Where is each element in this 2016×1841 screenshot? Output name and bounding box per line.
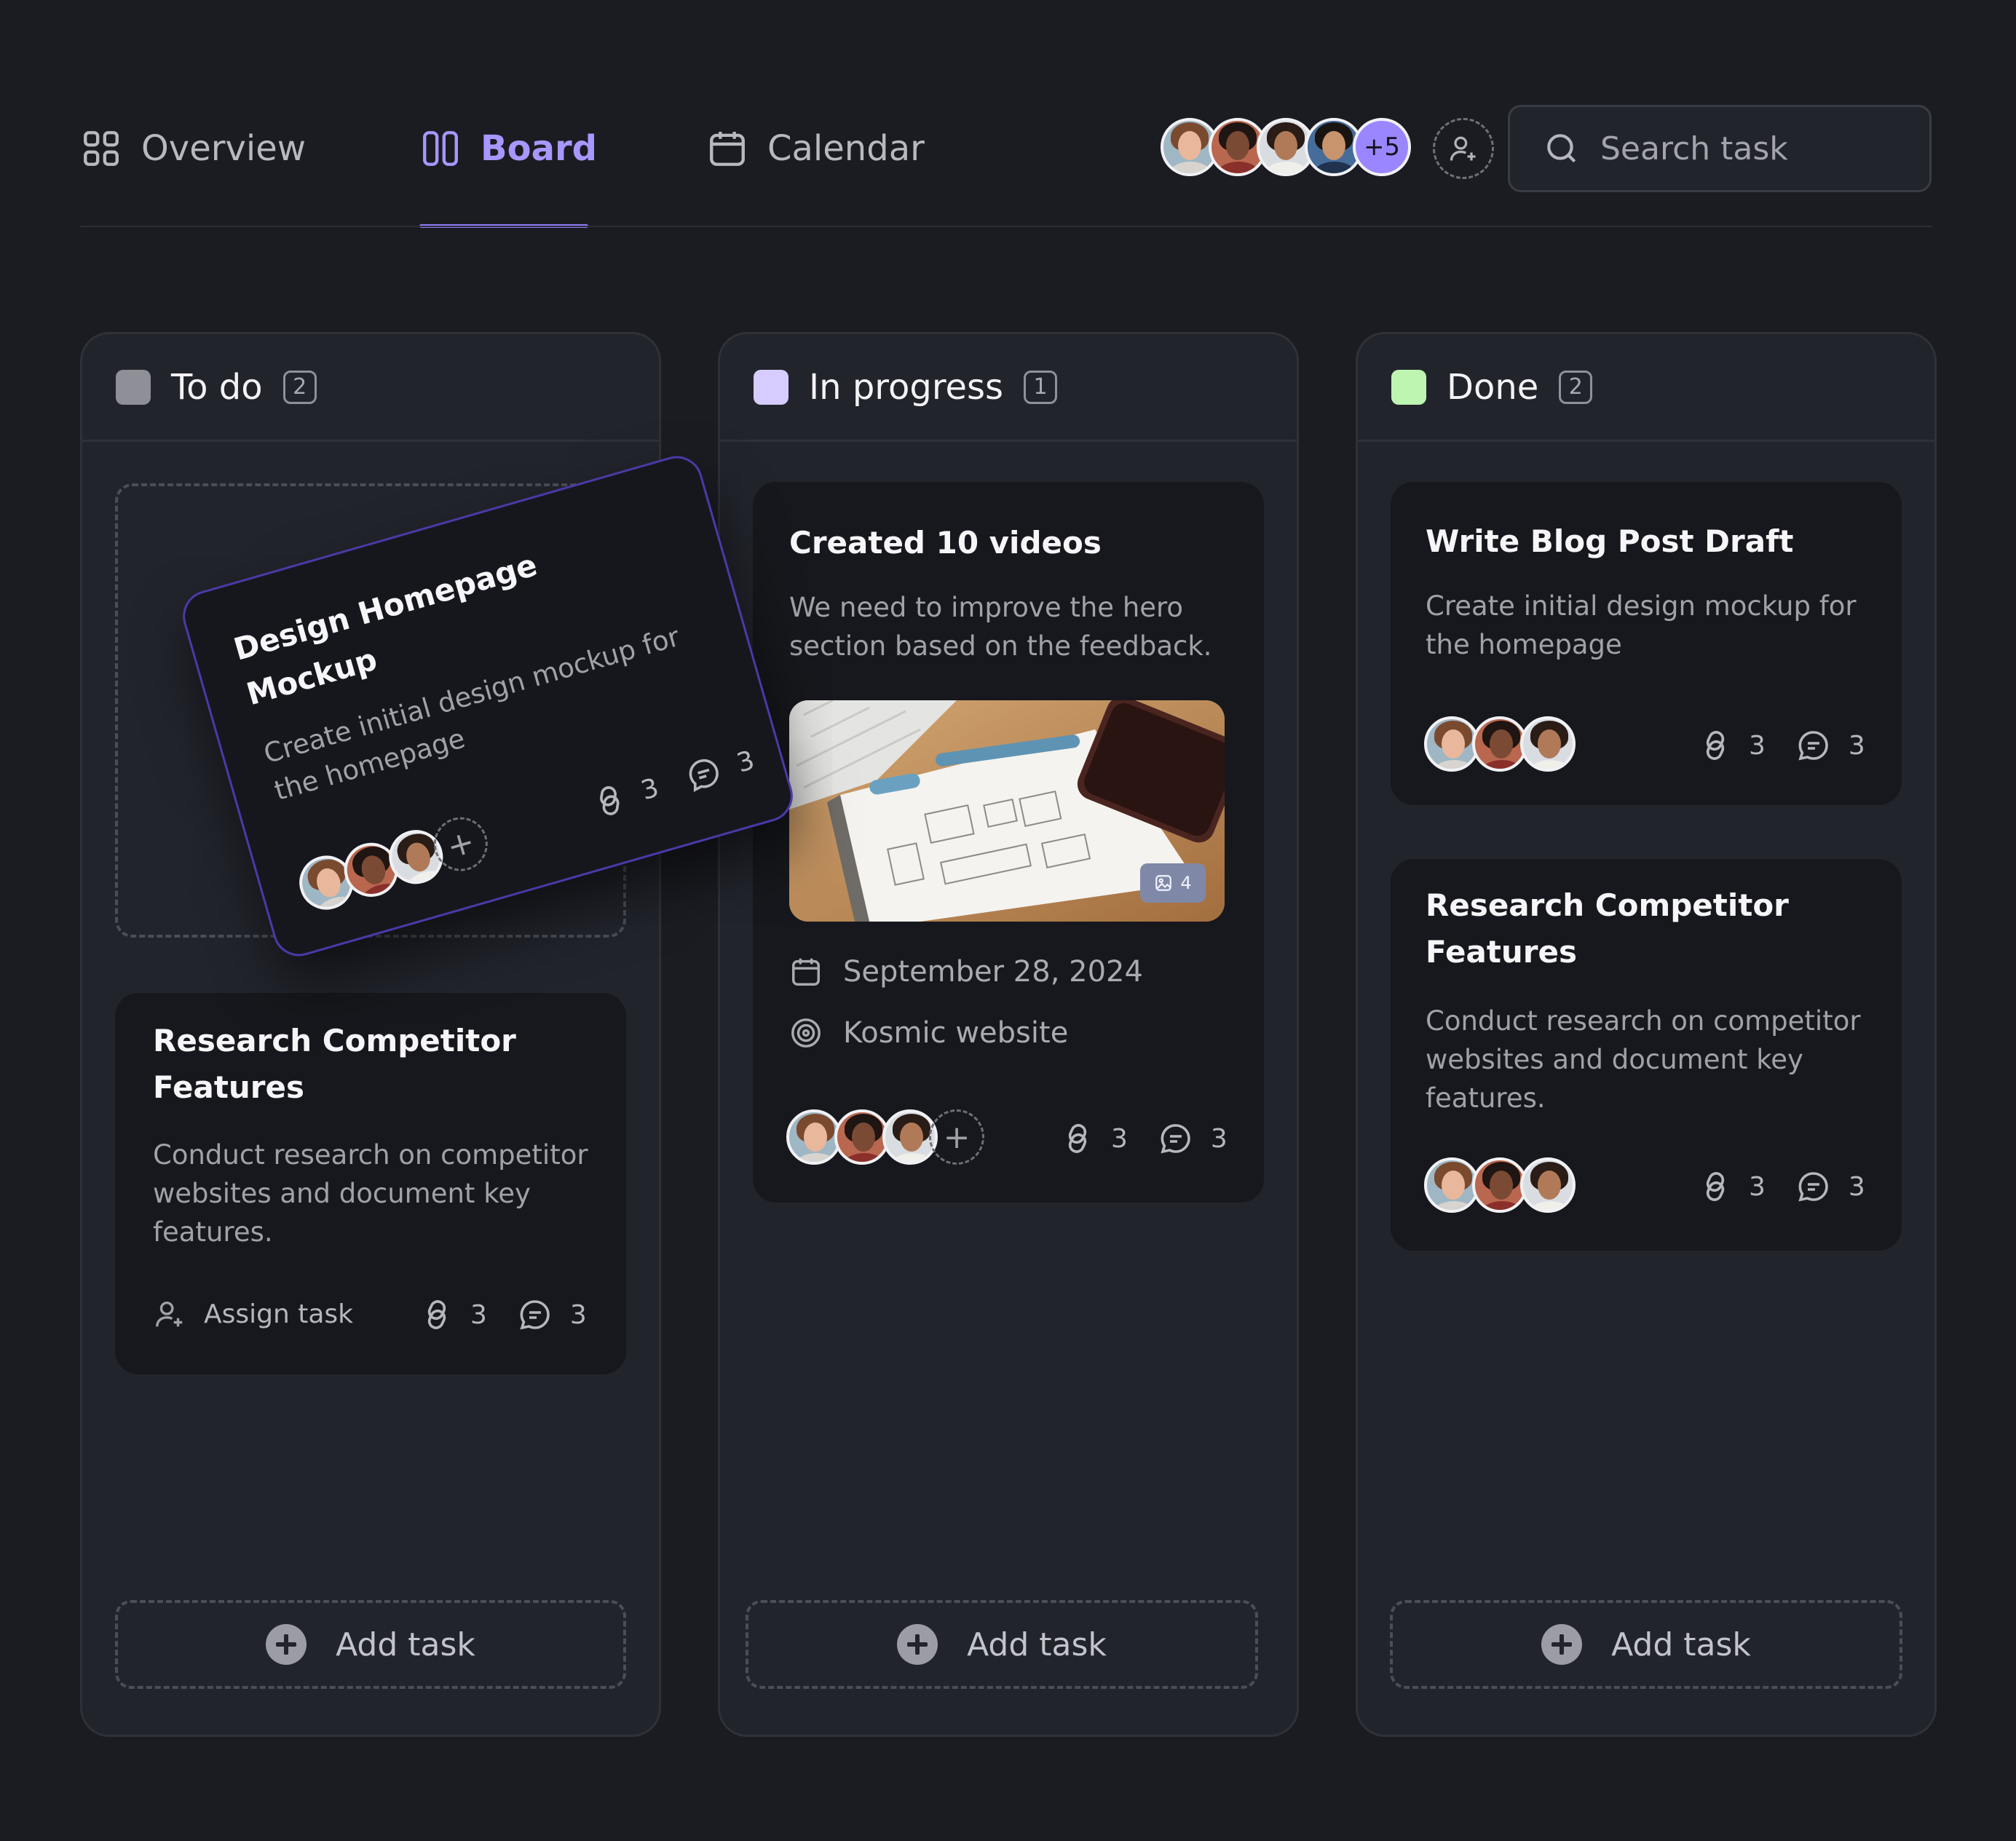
column-header: In progress 1 [720, 334, 1297, 442]
card-title: Write Blog Post Draft [1426, 523, 1794, 559]
due-date: September 28, 2024 [789, 955, 1143, 989]
task-card[interactable]: Research Competitor Features Conduct res… [1391, 859, 1902, 1251]
comment-count: 3 [569, 1299, 587, 1330]
link-count: 3 [1749, 730, 1766, 761]
add-assignee-button[interactable]: + [929, 1109, 984, 1165]
plus-circle-icon [1541, 1624, 1583, 1665]
target-icon [791, 1018, 821, 1048]
avatar [1472, 716, 1527, 772]
card-cover-image[interactable]: 4 [789, 700, 1225, 922]
link-count: 3 [1111, 1123, 1128, 1154]
comment-icon [1798, 1172, 1828, 1202]
comment-icon [689, 759, 719, 793]
search-input[interactable] [1600, 130, 1892, 167]
link-icon [1068, 1124, 1087, 1153]
card-stats: 3 3 [1699, 1169, 1865, 1204]
card-title: Created 10 videos [789, 525, 1102, 561]
nav-divider [80, 226, 1932, 227]
avatar [1424, 1157, 1479, 1213]
card-stats: 3 3 [1062, 1121, 1228, 1156]
card-stats: 3 3 [590, 743, 759, 822]
calendar-icon [710, 132, 745, 166]
comment-count: 3 [1210, 1123, 1228, 1154]
card-description: We need to improve the hero section base… [789, 592, 1212, 662]
comment-icon [1798, 731, 1828, 761]
comment-icon [520, 1300, 550, 1330]
avatar [1520, 716, 1576, 772]
assign-task-label: Assign task [204, 1299, 354, 1329]
card-title: Research Competitor Features [1426, 887, 1789, 970]
add-task-button[interactable]: Add task [1390, 1600, 1902, 1689]
search-icon [1547, 134, 1576, 163]
avatar [1472, 1157, 1527, 1213]
grid-icon [84, 131, 119, 166]
column-count-badge: 2 [282, 370, 317, 404]
column-header: Done 2 [1358, 334, 1934, 442]
avatar [834, 1109, 890, 1165]
avatar [1520, 1157, 1576, 1213]
link-icon [1706, 1172, 1725, 1201]
link-icon [600, 786, 620, 815]
card-stats: 3 3 [421, 1297, 587, 1332]
plus-circle-icon [266, 1624, 307, 1665]
card-assignees[interactable]: + [293, 804, 518, 920]
comment-icon [1161, 1124, 1190, 1154]
image-count-badge[interactable]: 4 [1140, 863, 1206, 903]
card-description: Conduct research on competitor websites … [153, 1139, 588, 1248]
more-members-badge[interactable]: +5 [1353, 118, 1411, 176]
board-columns-icon [423, 131, 458, 166]
add-task-label: Add task [967, 1626, 1107, 1663]
link-icon [1706, 731, 1725, 760]
tab-overview[interactable]: Overview [80, 116, 306, 181]
calendar-icon [792, 958, 820, 986]
status-swatch [1391, 369, 1426, 405]
card-stats: 3 3 [1699, 728, 1865, 763]
avatar [1424, 716, 1479, 772]
column-title: Done [1447, 366, 1539, 408]
task-card[interactable]: Write Blog Post Draft Create initial des… [1391, 482, 1902, 805]
status-swatch [754, 369, 788, 405]
column-title: In progress [809, 366, 1004, 408]
card-title: Research Competitor Features [153, 1023, 516, 1105]
status-swatch [116, 369, 151, 405]
card-assignees[interactable] [1424, 716, 1584, 775]
add-task-button[interactable]: Add task [115, 1600, 626, 1689]
plus-circle-icon [897, 1624, 938, 1665]
card-description: Create initial design mockup for the hom… [1426, 590, 1857, 660]
tab-calendar[interactable]: Calendar [706, 116, 925, 181]
comment-count: 3 [733, 745, 758, 779]
tab-calendar-label: Calendar [767, 128, 925, 169]
comment-count: 3 [1848, 1171, 1865, 1202]
card-assignees[interactable] [1424, 1157, 1584, 1216]
add-task-button[interactable]: Add task [746, 1600, 1258, 1689]
card-description: Conduct research on competitor websites … [1426, 1005, 1861, 1114]
image-count: 4 [1180, 873, 1192, 893]
user-plus-icon [156, 1301, 183, 1327]
assign-task-button[interactable]: Assign task [153, 1297, 353, 1331]
due-date-label: September 28, 2024 [843, 955, 1143, 989]
column-header: To do 2 [82, 334, 659, 442]
tab-board[interactable]: Board [419, 116, 597, 181]
add-task-label: Add task [1611, 1626, 1751, 1663]
project-label: Kosmic website [843, 1016, 1069, 1050]
link-count: 3 [1749, 1171, 1766, 1202]
add-task-label: Add task [336, 1626, 475, 1663]
user-plus-icon [1450, 136, 1476, 161]
add-member-button[interactable] [1433, 118, 1494, 179]
column-count-badge: 1 [1024, 370, 1058, 404]
column-title: To do [171, 366, 263, 408]
avatar [786, 1109, 842, 1165]
link-icon [427, 1300, 446, 1329]
task-card[interactable]: Research Competitor Features Conduct res… [115, 993, 626, 1374]
comment-count: 3 [1848, 730, 1865, 761]
link-count: 3 [470, 1299, 487, 1330]
image-icon [1155, 875, 1172, 891]
project-tag: Kosmic website [789, 1016, 1068, 1050]
search-field[interactable] [1508, 105, 1932, 192]
tab-board-label: Board [481, 128, 597, 169]
column-count-badge: 2 [1559, 370, 1593, 404]
tab-overview-label: Overview [141, 128, 306, 169]
link-count: 3 [637, 772, 663, 806]
